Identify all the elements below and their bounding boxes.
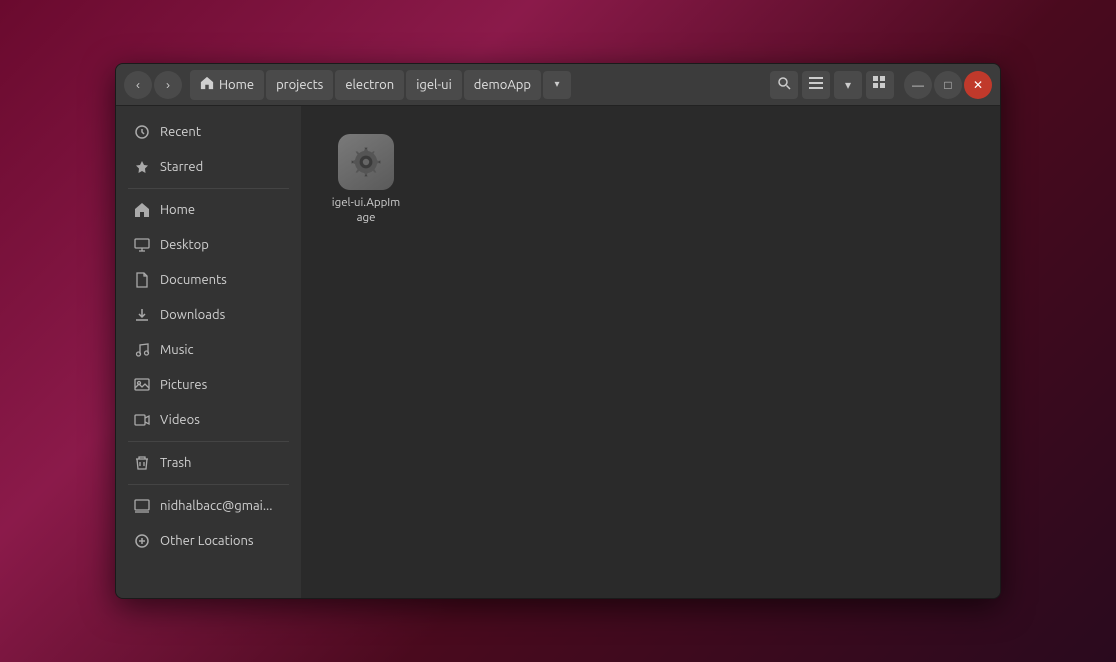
sidebar-account-label: nidhalbacc@gmai... bbox=[160, 499, 272, 513]
sidebar-item-other-locations[interactable]: Other Locations bbox=[122, 524, 295, 558]
sidebar-item-music[interactable]: Music bbox=[122, 333, 295, 367]
account-icon bbox=[134, 498, 150, 514]
file-manager-window: ‹ › Home projects electron igel-ui demoA… bbox=[115, 63, 1001, 599]
chevron-down-icon: ▾ bbox=[845, 78, 851, 92]
pictures-icon bbox=[134, 377, 150, 393]
sidebar-item-documents[interactable]: Documents bbox=[122, 263, 295, 297]
sidebar-item-desktop[interactable]: Desktop bbox=[122, 228, 295, 262]
sidebar-documents-label: Documents bbox=[160, 273, 227, 287]
sidebar-downloads-label: Downloads bbox=[160, 308, 225, 322]
sidebar-music-label: Music bbox=[160, 343, 194, 357]
breadcrumb-projects[interactable]: projects bbox=[266, 70, 333, 100]
sidebar-home-label: Home bbox=[160, 203, 195, 217]
sidebar-pictures-label: Pictures bbox=[160, 378, 207, 392]
search-icon bbox=[777, 76, 791, 93]
home-icon bbox=[200, 76, 214, 93]
gear-app-icon bbox=[350, 146, 382, 178]
sidebar-separator-3 bbox=[128, 484, 289, 485]
breadcrumb-demoapp[interactable]: demoApp bbox=[464, 70, 541, 100]
sidebar-item-recent[interactable]: Recent bbox=[122, 115, 295, 149]
titlebar-actions: ▾ bbox=[770, 71, 894, 99]
home-sidebar-icon bbox=[134, 202, 150, 218]
document-icon bbox=[134, 272, 150, 288]
back-button[interactable]: ‹ bbox=[124, 71, 152, 99]
list-dropdown-button[interactable]: ▾ bbox=[834, 71, 862, 99]
window-controls: — □ ✕ bbox=[904, 71, 992, 99]
breadcrumb-home[interactable]: Home bbox=[190, 70, 264, 100]
file-icon-igel-ui bbox=[338, 134, 394, 190]
star-icon bbox=[134, 159, 150, 175]
sidebar-separator-1 bbox=[128, 188, 289, 189]
close-button[interactable]: ✕ bbox=[964, 71, 992, 99]
list-view-button[interactable] bbox=[802, 71, 830, 99]
titlebar: ‹ › Home projects electron igel-ui demoA… bbox=[116, 64, 1000, 106]
file-label-igel-ui: igel-ui.AppImage bbox=[329, 196, 403, 226]
sidebar-item-pictures[interactable]: Pictures bbox=[122, 368, 295, 402]
plus-icon bbox=[134, 533, 150, 549]
breadcrumb-igel-ui[interactable]: igel-ui bbox=[406, 70, 462, 100]
sidebar: Recent Starred Home bbox=[116, 106, 301, 598]
desktop-icon bbox=[134, 237, 150, 253]
file-area: igel-ui.AppImage bbox=[301, 106, 1000, 598]
sidebar-item-account[interactable]: nidhalbacc@gmai... bbox=[122, 489, 295, 523]
sidebar-trash-label: Trash bbox=[160, 456, 191, 470]
sidebar-item-home[interactable]: Home bbox=[122, 193, 295, 227]
breadcrumb-area: Home projects electron igel-ui demoApp ▾ bbox=[190, 70, 768, 100]
sidebar-item-trash[interactable]: Trash bbox=[122, 446, 295, 480]
sidebar-desktop-label: Desktop bbox=[160, 238, 209, 252]
main-content: Recent Starred Home bbox=[116, 106, 1000, 598]
breadcrumb-home-label: Home bbox=[219, 78, 254, 92]
minimize-button[interactable]: — bbox=[904, 71, 932, 99]
breadcrumb-electron[interactable]: electron bbox=[335, 70, 404, 100]
grid-view-icon bbox=[873, 76, 887, 93]
grid-view-button[interactable] bbox=[866, 71, 894, 99]
sidebar-videos-label: Videos bbox=[160, 413, 200, 427]
sidebar-item-starred[interactable]: Starred bbox=[122, 150, 295, 184]
sidebar-starred-label: Starred bbox=[160, 160, 203, 174]
list-view-icon bbox=[809, 76, 823, 93]
sidebar-other-locations-label: Other Locations bbox=[160, 534, 254, 548]
file-icon-inner bbox=[338, 134, 394, 190]
clock-icon bbox=[134, 124, 150, 140]
trash-icon bbox=[134, 455, 150, 471]
forward-button[interactable]: › bbox=[154, 71, 182, 99]
sidebar-recent-label: Recent bbox=[160, 125, 201, 139]
sidebar-separator-2 bbox=[128, 441, 289, 442]
video-icon bbox=[134, 412, 150, 428]
search-button[interactable] bbox=[770, 71, 798, 99]
file-item-igel-ui-appimage[interactable]: igel-ui.AppImage bbox=[321, 126, 411, 234]
sidebar-item-videos[interactable]: Videos bbox=[122, 403, 295, 437]
breadcrumb-dropdown-button[interactable]: ▾ bbox=[543, 71, 571, 99]
maximize-button[interactable]: □ bbox=[934, 71, 962, 99]
download-icon bbox=[134, 307, 150, 323]
music-icon bbox=[134, 342, 150, 358]
sidebar-item-downloads[interactable]: Downloads bbox=[122, 298, 295, 332]
